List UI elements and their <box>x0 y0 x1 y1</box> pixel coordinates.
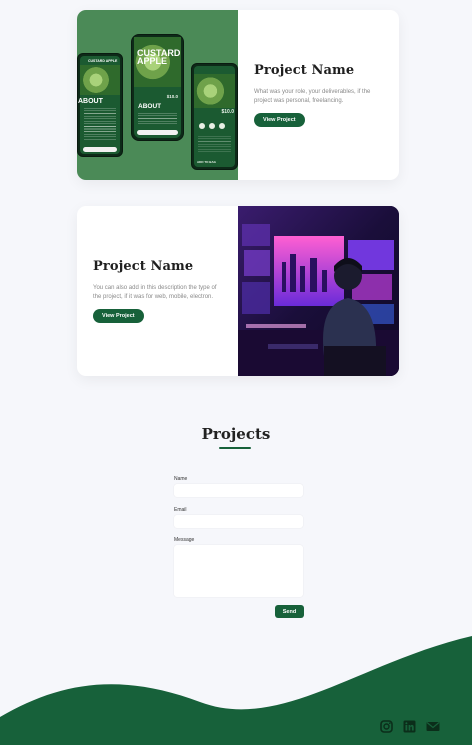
linkedin-icon[interactable] <box>403 720 416 733</box>
send-button[interactable]: Send <box>275 605 304 618</box>
project-info-2: Project Name You can also add in this de… <box>77 206 238 376</box>
section-heading: Projects <box>201 425 271 443</box>
footer-wave <box>0 636 472 745</box>
mockup-cta: ADD TO BAG <box>197 160 216 164</box>
mockup-about-left: ABOUT <box>78 98 103 105</box>
project-title: Project Name <box>254 63 355 78</box>
phone-mockup-right: $10.0 ADD TO BAG <box>191 63 238 170</box>
instagram-icon[interactable] <box>380 720 393 733</box>
mockup-brand-big: CUSTARD APPLE <box>137 48 181 66</box>
email-label: Email <box>174 507 187 513</box>
name-label: Name <box>174 476 188 482</box>
project-image-app-mockup: CUSTARD APPLE ABOUT CUSTARD APPLE $10.0 … <box>77 10 238 180</box>
project-title: Project Name <box>93 259 194 274</box>
message-label: Message <box>174 537 195 543</box>
project-card-1: CUSTARD APPLE ABOUT CUSTARD APPLE $10.0 … <box>77 10 399 180</box>
email-field[interactable] <box>174 515 303 528</box>
project-image-gamer-illustration <box>238 206 399 376</box>
view-project-button[interactable]: View Project <box>254 113 305 127</box>
project-description: You can also add in this description the… <box>93 285 217 300</box>
name-field[interactable] <box>174 484 303 497</box>
mockup-price-right: $10.0 <box>221 109 234 115</box>
heading-underline <box>219 447 251 449</box>
mockup-price-center: $10.0 <box>166 94 178 99</box>
phone-mockup-center: CUSTARD APPLE $10.0 ABOUT <box>131 34 184 141</box>
project-card-2: Project Name You can also add in this de… <box>77 206 399 376</box>
project-info-1: Project Name What was your role, your de… <box>238 10 399 180</box>
phone-mockup-left: CUSTARD APPLE ABOUT <box>77 53 123 157</box>
project-description: What was your role, your deliverables, i… <box>254 89 371 104</box>
mockup-brand-small: CUSTARD APPLE <box>88 59 118 63</box>
view-project-button[interactable]: View Project <box>93 309 144 323</box>
mail-icon[interactable] <box>426 720 440 733</box>
mockup-about-center: ABOUT <box>138 103 162 110</box>
message-field[interactable] <box>174 545 303 597</box>
